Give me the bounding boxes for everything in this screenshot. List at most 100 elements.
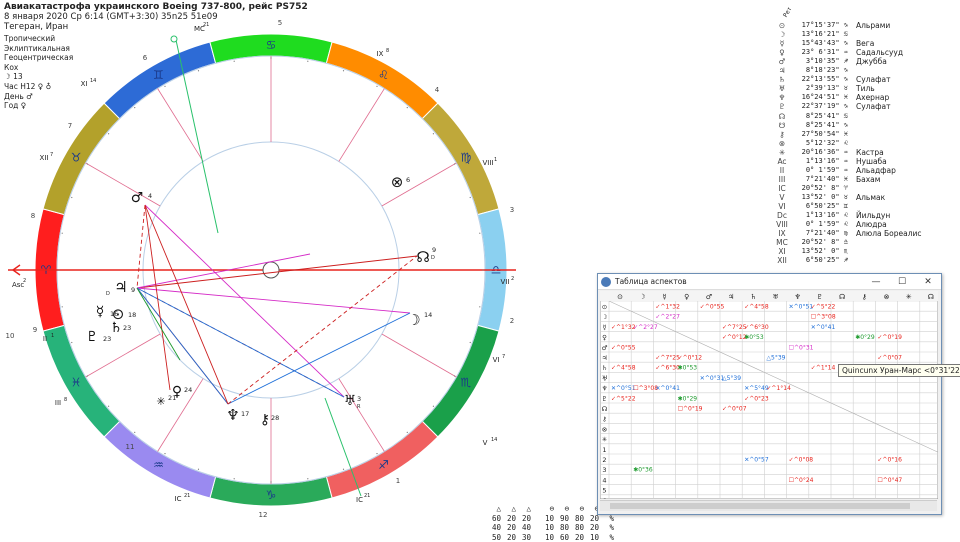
stat-cell: △ <box>487 504 501 514</box>
column-header: ☊ <box>928 293 934 301</box>
house-label-sup-6: 2 <box>511 276 514 282</box>
sign-glyph: ♐ <box>378 458 389 472</box>
degree-tick <box>307 478 308 479</box>
position-row: XII6°50'25" ♐ <box>776 256 922 265</box>
aspect-cell: ✓^0°55 <box>611 344 636 351</box>
house-number: 5 <box>278 19 282 27</box>
degree-tick <box>307 61 308 62</box>
position-value: 8°18'23" ♑ <box>788 66 848 75</box>
house-label-6: VII <box>501 278 510 286</box>
position-row: IX7°21'40" ♍Алюла Бореалис <box>776 229 922 238</box>
horizontal-scrollbar[interactable] <box>600 500 937 511</box>
position-star: Алюдра <box>848 220 887 229</box>
house-number: 7 <box>68 122 72 130</box>
aspect-cell: ✓^0°07 <box>877 355 902 362</box>
aspect-cell: ✕^0°51 <box>789 304 814 311</box>
row-header: 2 <box>602 456 606 464</box>
house-label-sup-11: 7 <box>50 152 53 158</box>
uranus-retro-mark: R <box>357 404 361 410</box>
column-header: ♇ <box>817 293 823 301</box>
degree-tick <box>470 197 471 198</box>
column-header: ♃ <box>728 293 734 301</box>
column-header: ⊙ <box>617 293 623 301</box>
sign-glyph: ♍ <box>460 151 471 165</box>
aspect-table-window[interactable]: Таблица аспектов — ☐ ✕ ⊙☽☿♀♂♃♄♅♆♇☊⚷⊗✳☊⊙☽… <box>597 273 942 515</box>
position-glyph: IX <box>776 229 788 238</box>
position-star <box>848 130 856 139</box>
house-number: 8 <box>31 212 35 220</box>
house-label-sup-1: 1 <box>51 333 54 339</box>
position-row: ☿15°43'43" ♑Вега <box>776 39 922 48</box>
house-number: 11 <box>126 443 135 451</box>
sign-glyph: ♋ <box>266 38 277 52</box>
position-value: 13°16'21" ♋ <box>788 30 848 39</box>
column-header: ♀ <box>684 293 689 301</box>
close-button[interactable]: ✕ <box>915 277 941 287</box>
row-header: ⊙ <box>602 303 607 311</box>
planet-mars-degree: 4 <box>148 192 152 200</box>
aspect-cell: ✕^0°51 <box>611 385 636 392</box>
degree-tick <box>482 269 483 270</box>
position-value: 8°25'41" ♋ <box>788 112 848 121</box>
house-number: 2 <box>510 317 514 325</box>
earth-center <box>263 262 279 278</box>
position-star <box>848 30 856 39</box>
aspect-cell: ✓^0°08 <box>789 457 814 464</box>
row-header: ♆ <box>602 385 608 393</box>
position-star: Сулафат <box>848 75 890 84</box>
house-label-sup-8: 8 <box>386 48 389 54</box>
planet-mercury-glyph: ☿ <box>96 304 105 320</box>
position-value: 20°16'36" ♒ <box>788 148 848 157</box>
aspect-grid[interactable]: ⊙☽☿♀♂♃♄♅♆♇☊⚷⊗✳☊⊙☽☿♀♂♃♄♅♆♇☊⚷⊗✳12345678✓^1… <box>600 291 938 499</box>
maximize-button[interactable]: ☐ <box>889 277 915 287</box>
degree-tick <box>376 453 377 454</box>
scrollbar-thumb[interactable] <box>610 503 910 509</box>
planet-star-degree: 21 <box>168 394 176 402</box>
position-row: IC20°52' 8" ♈ <box>776 184 922 193</box>
position-star: Альрами <box>848 21 890 30</box>
aspect-cell: ✕^0°57 <box>744 457 769 464</box>
stat-cell: 20 <box>517 514 531 524</box>
position-glyph: ⊙ <box>776 21 788 30</box>
position-row: ☊8°25'41" ♋ <box>776 112 922 121</box>
stat-cell: 60 <box>487 514 501 524</box>
stat-cell: 20 <box>502 514 516 524</box>
position-row: ⊗5°12'32" ♌ <box>776 139 922 148</box>
position-value: 1°13'16" ♌ <box>788 211 848 220</box>
position-value: 23° 6'31" ♒ <box>788 48 848 57</box>
position-glyph: ☽ <box>776 30 788 39</box>
position-glyph: ☊ <box>776 112 788 121</box>
position-row: ♄22°13'55" ♑Сулафат <box>776 75 922 84</box>
minimize-button[interactable]: — <box>863 277 889 287</box>
row-header: ✳ <box>602 436 608 444</box>
degree-tick <box>407 107 408 108</box>
planet-pluto-glyph: ♇ <box>86 329 99 345</box>
stat-cell: 10 <box>540 514 554 524</box>
row-header: ♄ <box>602 364 608 372</box>
sign-glyph: ♌ <box>378 68 389 82</box>
house-number: 1 <box>396 477 400 485</box>
degree-tick <box>234 61 235 62</box>
position-value: 3°10'35" ♐ <box>788 57 848 66</box>
window-titlebar[interactable]: Таблица аспектов — ☐ ✕ <box>598 274 941 290</box>
degree-tick <box>343 469 344 470</box>
position-value: 22°37'19" ♑ <box>788 102 848 111</box>
degree-tick <box>108 406 109 407</box>
position-star <box>848 202 856 211</box>
planet-neptune-degree: 17 <box>241 410 249 418</box>
aspect-cell: ✕^0°41 <box>811 324 836 331</box>
stat-row: 10808020% <box>540 523 615 533</box>
degree-tick <box>433 406 434 407</box>
aspect-cell: △5°39 <box>722 375 741 382</box>
position-star <box>848 112 856 121</box>
app-icon <box>601 277 611 287</box>
row-header: 5 <box>602 487 606 495</box>
house-label-11: XII <box>40 154 49 162</box>
aspect-cell: ✓^0°12 <box>722 334 747 341</box>
house-number: 6 <box>143 54 148 62</box>
planet-mercury-degree: 16 <box>110 310 118 318</box>
degree-tick <box>71 342 72 343</box>
row-header: ♇ <box>602 395 608 403</box>
planet-mars-glyph: ♂ <box>131 190 144 206</box>
column-header: ☊ <box>839 293 845 301</box>
